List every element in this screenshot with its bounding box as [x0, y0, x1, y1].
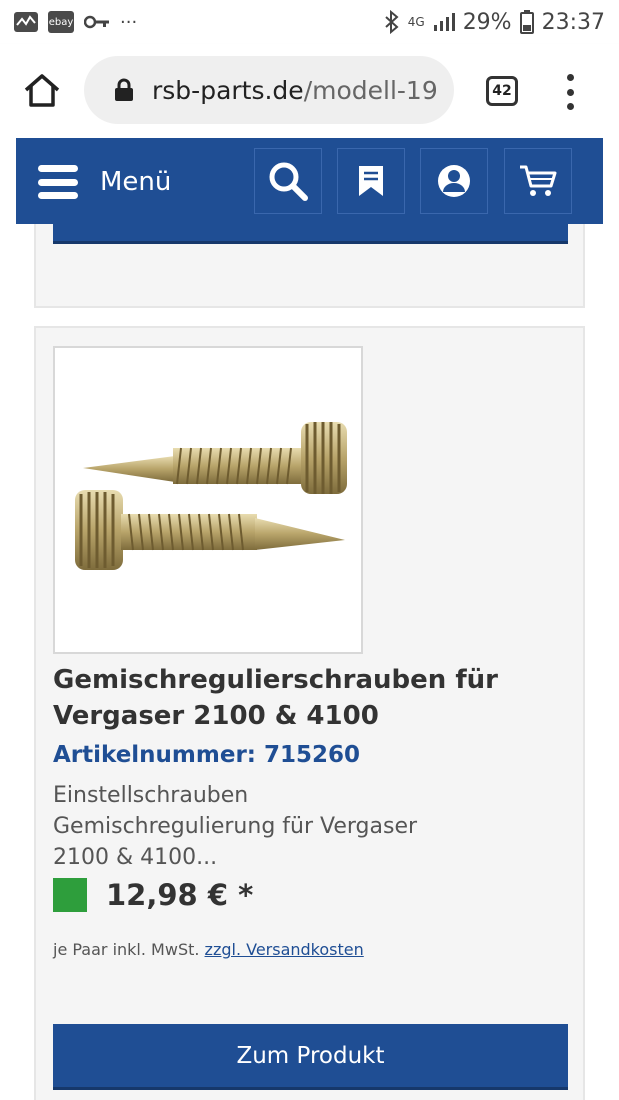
ebay-icon: ebay	[48, 11, 74, 33]
url-path: /modell-19	[303, 75, 438, 105]
lock-icon	[115, 78, 133, 101]
cart-icon	[520, 165, 557, 196]
product-description: Einstellschrauben Gemischregulierung für…	[53, 783, 418, 870]
product-image[interactable]	[53, 346, 363, 654]
url-text: rsb-parts.de/modell-19	[152, 76, 438, 105]
wishlist-button[interactable]	[337, 148, 405, 214]
more-icon: ···	[120, 11, 138, 33]
signal-icon	[433, 13, 455, 31]
tax-text: je Paar inkl. MwSt.	[53, 940, 200, 959]
to-product-button[interactable]: Zum Produkt	[53, 1024, 568, 1090]
key-icon	[84, 15, 109, 29]
tab-switcher-button[interactable]: 42	[486, 76, 518, 106]
bookmark-icon	[359, 166, 383, 196]
battery-icon	[519, 10, 534, 34]
availability-indicator	[53, 878, 87, 912]
home-icon[interactable]	[22, 72, 62, 108]
browser-toolbar: rsb-parts.de/modell-19 42	[0, 44, 619, 138]
status-left: ebay ···	[14, 11, 137, 33]
shipping-costs-link[interactable]: zzgl. Versandkosten	[205, 940, 364, 959]
tab-count: 42	[492, 83, 512, 99]
menu-label: Menü	[100, 167, 172, 197]
tax-note: je Paar inkl. MwSt. zzgl. Versandkosten	[53, 940, 364, 959]
status-right: 4G 29% 23:37	[384, 10, 605, 35]
search-button[interactable]	[254, 148, 322, 214]
search-icon	[269, 162, 308, 201]
address-bar[interactable]: rsb-parts.de/modell-19	[84, 56, 454, 124]
hamburger-icon	[38, 165, 78, 199]
network-type: 4G	[407, 15, 425, 29]
browser-menu-icon[interactable]	[560, 72, 580, 112]
bluetooth-icon	[385, 10, 399, 34]
url-host: rsb-parts.de	[152, 75, 304, 105]
activity-icon	[14, 12, 38, 32]
product-price: 12,98 € *	[106, 878, 254, 912]
cart-button[interactable]	[504, 148, 572, 214]
clock: 23:37	[541, 9, 605, 35]
status-bar: ebay ··· 4G 29% 23:37	[0, 0, 619, 44]
battery-percent: 29%	[462, 9, 512, 35]
screws-illustration	[75, 422, 347, 570]
site-header: Menü	[16, 138, 603, 224]
account-icon	[438, 165, 470, 197]
product-card: Gemischregulierschrauben für Vergaser 21…	[34, 326, 585, 1100]
product-sku: Artikelnummer: 715260	[53, 742, 361, 768]
page-content: Zum Produkt	[0, 138, 619, 1100]
account-button[interactable]	[420, 148, 488, 214]
product-title[interactable]: Gemischregulierschrauben für Vergaser 21…	[53, 662, 573, 734]
menu-button[interactable]: Menü	[38, 162, 171, 202]
